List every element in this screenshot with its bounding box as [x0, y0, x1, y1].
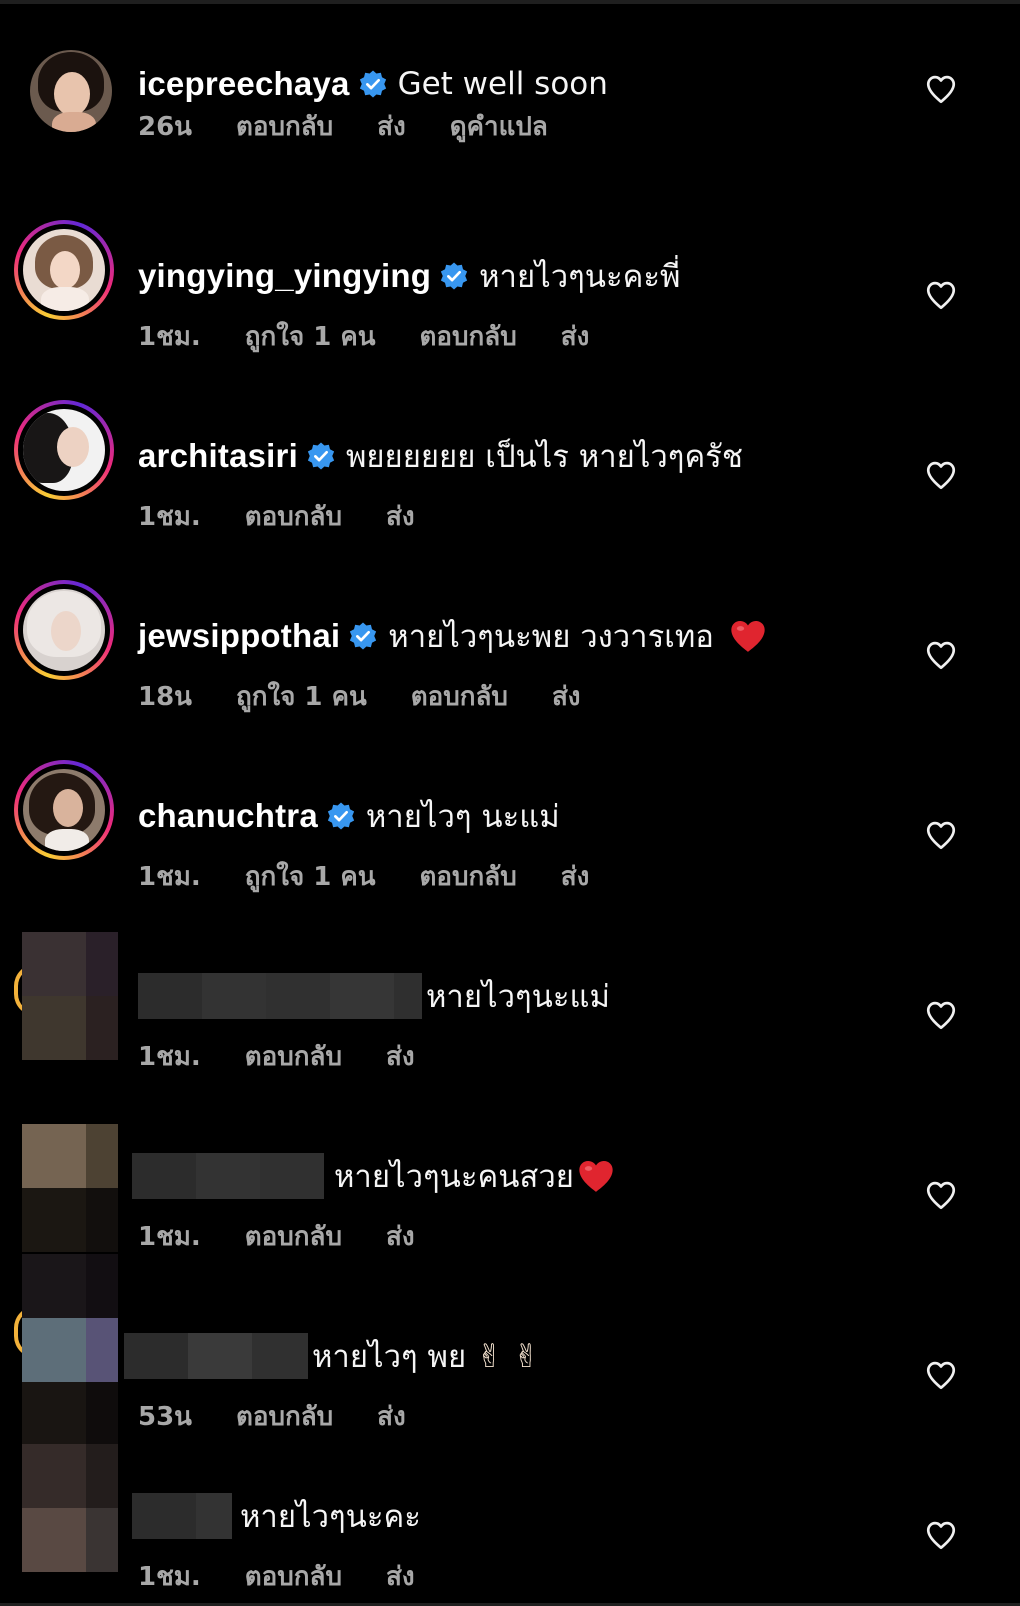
comment-time: 1ชม.: [138, 862, 201, 892]
redacted-username: [132, 1153, 324, 1199]
send-button[interactable]: ส่ง: [552, 676, 581, 717]
like-count[interactable]: ถูกใจ 1 คน: [236, 676, 367, 717]
comment-text: หายไวๆนะคนสวย: [334, 1159, 574, 1195]
see-translation-button[interactable]: ดูคำแปล: [450, 106, 548, 147]
comment-time: 1ชม.: [138, 322, 201, 352]
avatar[interactable]: [14, 580, 114, 680]
comment-time: 1ชม.: [138, 502, 201, 532]
send-button[interactable]: ส่ง: [386, 1556, 415, 1597]
verified-badge-icon: [359, 70, 386, 98]
victory-hand-emoji: ✌: [476, 1337, 503, 1375]
reply-button[interactable]: ตอบกลับ: [245, 1216, 342, 1257]
comment-item: icepreechaya Get well soon 26น ตอบกลับ ส…: [0, 22, 1020, 172]
comment-time: 26น: [138, 112, 192, 142]
comment-text: หายไวๆนะพย วงวารเทอ: [388, 619, 714, 655]
comment-text: หายไวๆนะแม่: [426, 979, 610, 1015]
reply-button[interactable]: ตอบกลับ: [236, 106, 333, 147]
comment-text: Get well soon: [397, 66, 608, 102]
redacted-username: [138, 973, 422, 1019]
comment-time: 1ชม.: [138, 1042, 201, 1072]
comment-time: 18น: [138, 682, 192, 712]
avatar[interactable]: [14, 220, 114, 320]
like-count[interactable]: ถูกใจ 1 คน: [245, 316, 376, 357]
reply-button[interactable]: ตอบกลับ: [245, 1556, 342, 1597]
avatar[interactable]: [22, 1124, 118, 1252]
send-button[interactable]: ส่ง: [377, 1396, 406, 1437]
comment-text: หายไวๆ พย: [312, 1339, 467, 1375]
heart-outline-icon[interactable]: [924, 1518, 958, 1552]
heart-outline-icon[interactable]: [924, 638, 958, 672]
send-button[interactable]: ส่ง: [386, 1036, 415, 1077]
send-button[interactable]: ส่ง: [386, 496, 415, 537]
comment-item: chanuchtra หายไวๆ นะแม่ 1ชม. ถูกใจ 1 คน …: [0, 754, 1020, 904]
avatar[interactable]: [22, 932, 118, 1060]
comment-item: หายไวๆนะคะ 1ชม. ตอบกลับ ส่ง: [0, 1444, 1020, 1604]
reply-button[interactable]: ตอบกลับ: [411, 676, 508, 717]
heart-outline-icon[interactable]: [924, 818, 958, 852]
like-count[interactable]: ถูกใจ 1 คน: [245, 856, 376, 897]
avatar[interactable]: [14, 38, 114, 138]
reply-button[interactable]: ตอบกลับ: [245, 496, 342, 537]
heart-outline-icon[interactable]: [924, 278, 958, 312]
comment-username[interactable]: icepreechaya: [138, 65, 350, 103]
comment-time: 53น: [138, 1402, 192, 1432]
heart-outline-icon[interactable]: [924, 72, 958, 106]
send-button[interactable]: ส่ง: [561, 856, 590, 897]
comment-text: หายไวๆ นะแม่: [365, 799, 560, 835]
verified-badge-icon: [440, 262, 468, 290]
reply-button[interactable]: ตอบกลับ: [420, 856, 517, 897]
comment-item: yingying_yingying หายไวๆนะคะพี่ 1ชม. ถูก…: [0, 214, 1020, 364]
reply-button[interactable]: ตอบกลับ: [236, 1396, 333, 1437]
comment-item: หายไวๆนะคนสวย 1ชม. ตอบกลับ ส่ง: [0, 1114, 1020, 1264]
send-button[interactable]: ส่ง: [386, 1216, 415, 1257]
redacted-username: [132, 1493, 232, 1539]
comment-username[interactable]: jewsippothai: [138, 617, 340, 655]
comment-text: หายไวๆนะคะพี่: [479, 259, 681, 295]
red-heart-emoji: [579, 1161, 613, 1192]
comment-username[interactable]: chanuchtra: [138, 797, 318, 835]
comment-time: 1ชม.: [138, 1562, 201, 1592]
avatar[interactable]: [14, 400, 114, 500]
comment-text: พยยยยยย เป็นไร หายไวๆครัช: [345, 439, 743, 475]
reply-button[interactable]: ตอบกลับ: [245, 1036, 342, 1077]
heart-outline-icon[interactable]: [924, 458, 958, 492]
reply-button[interactable]: ตอบกลับ: [420, 316, 517, 357]
comment-username[interactable]: yingying_yingying: [138, 257, 431, 295]
avatar[interactable]: [22, 1444, 118, 1572]
redacted-username: [124, 1333, 308, 1379]
victory-hand-emoji: ✌: [512, 1337, 540, 1375]
avatar[interactable]: [22, 1254, 118, 1446]
comment-username[interactable]: architasiri: [138, 437, 298, 475]
comment-item: หายไวๆนะแม่ 1ชม. ตอบกลับ ส่ง: [0, 932, 1020, 1084]
send-button[interactable]: ส่ง: [561, 316, 590, 357]
comment-item: jewsippothai หายไวๆนะพย วงวารเทอ 18น ถูก…: [0, 574, 1020, 724]
send-button[interactable]: ส่ง: [377, 106, 406, 147]
comment-time: 1ชม.: [138, 1222, 201, 1252]
red-heart-emoji: [731, 621, 765, 652]
comment-item: architasiri พยยยยยย เป็นไร หายไวๆครัช 1ช…: [0, 394, 1020, 544]
verified-badge-icon: [307, 442, 335, 470]
top-divider: [0, 0, 1020, 4]
verified-badge-icon: [350, 622, 377, 650]
avatar[interactable]: [14, 760, 114, 860]
verified-badge-icon: [327, 802, 354, 830]
comment-item: หายไวๆ พย ✌ ✌ 53น ตอบกลับ ส่ง: [0, 1254, 1020, 1446]
heart-outline-icon[interactable]: [924, 1358, 958, 1392]
comment-text: หายไวๆนะคะ: [240, 1499, 421, 1535]
heart-outline-icon[interactable]: [924, 1178, 958, 1212]
heart-outline-icon[interactable]: [924, 998, 958, 1032]
